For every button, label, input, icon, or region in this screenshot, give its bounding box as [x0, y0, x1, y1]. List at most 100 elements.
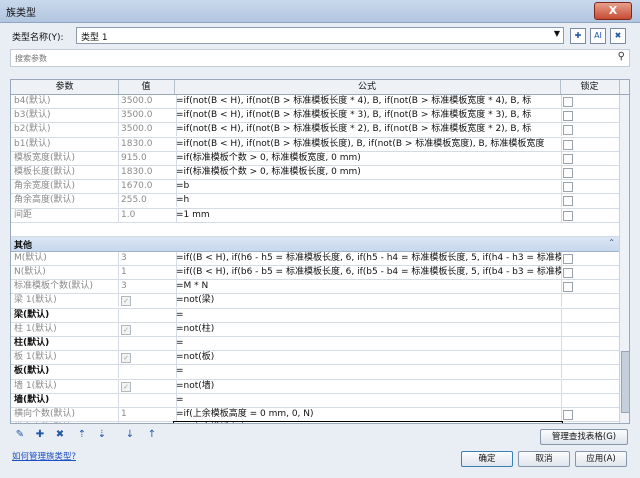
- lock-checkbox[interactable]: [563, 409, 573, 420]
- formula-cell[interactable]: =if(not(B < H), if(not(B > 标准模板长度), B, i…: [174, 137, 562, 151]
- lock-cell[interactable]: [560, 280, 620, 294]
- value-cell[interactable]: [118, 337, 177, 350]
- param-cell[interactable]: 角余高度(默认): [11, 194, 119, 208]
- formula-cell[interactable]: =if(not(B < H), if(not(B > 标准模板长度 * 3), …: [174, 109, 562, 123]
- table-row[interactable]: 模板长度(默认) 1830.0 =if(标准模板个数 > 0, 标准模板长度, 0 …: [11, 165, 620, 181]
- formula-cell[interactable]: =: [174, 393, 562, 407]
- column-header-param[interactable]: 参数: [11, 80, 119, 94]
- value-cell[interactable]: 3500.0: [118, 123, 177, 137]
- param-cell[interactable]: 梁(默认): [11, 308, 119, 322]
- lock-checkbox[interactable]: [563, 210, 573, 221]
- lock-cell[interactable]: [560, 165, 620, 179]
- formula-cell[interactable]: =if((B < H), if(h6 - h5 = 标准模板长度, 6, if(…: [174, 251, 562, 265]
- formula-cell[interactable]: =M * N: [174, 280, 562, 294]
- cancel-button[interactable]: 取消: [518, 451, 570, 467]
- value-cell[interactable]: [118, 365, 177, 379]
- lock-cell[interactable]: [560, 208, 620, 222]
- column-header-value[interactable]: 值: [118, 80, 175, 94]
- formula-cell[interactable]: =: [174, 337, 562, 350]
- formula-cell[interactable]: =b: [174, 180, 562, 194]
- table-row[interactable]: 墙(默认) =: [11, 393, 620, 408]
- table-row[interactable]: 墙 1(默认) ✓ =not(墙): [11, 379, 620, 394]
- formula-cell[interactable]: =if(标准模板个数 > 0, 标准模板宽度, 0 mm): [174, 151, 562, 165]
- sort-desc-icon[interactable]: ↑: [146, 429, 158, 441]
- table-row[interactable]: 梁(默认) =: [11, 308, 620, 323]
- value-cell[interactable]: 3500.0: [118, 95, 177, 108]
- param-cell[interactable]: 横向个数(默认): [11, 407, 119, 421]
- param-cell[interactable]: b2(默认): [11, 123, 119, 137]
- table-row[interactable]: b4(默认) 3500.0 =if(not(B < H), if(not(B > 标…: [11, 95, 620, 110]
- lock-cell[interactable]: [560, 109, 620, 123]
- value-cell[interactable]: 3500.0: [118, 109, 177, 123]
- lock-checkbox[interactable]: [563, 97, 573, 107]
- table-row[interactable]: 板(默认) =: [11, 365, 620, 380]
- close-button[interactable]: X: [594, 2, 632, 20]
- table-row[interactable]: 模板宽度(默认) 915.0 =if(标准模板个数 > 0, 标准模板宽度, 0 m…: [11, 151, 620, 166]
- table-row[interactable]: b3(默认) 3500.0 =if(not(B < H), if(not(B > 标…: [11, 109, 620, 124]
- param-cell[interactable]: 模板宽度(默认): [11, 151, 119, 165]
- value-checkbox[interactable]: ✓: [121, 381, 131, 392]
- search-box[interactable]: ⚲: [10, 49, 630, 67]
- formula-cell[interactable]: =h: [174, 194, 562, 208]
- move-down-icon[interactable]: ⇣: [96, 429, 108, 441]
- param-cell[interactable]: 板(默认): [11, 365, 119, 379]
- column-header-lock[interactable]: 锁定: [560, 80, 620, 94]
- apply-button[interactable]: 应用(A): [575, 451, 627, 467]
- lock-cell[interactable]: [560, 137, 620, 151]
- search-icon[interactable]: ⚲: [618, 51, 625, 62]
- lock-checkbox[interactable]: [563, 282, 573, 293]
- table-row[interactable]: 角余宽度(默认) 1670.0 =b: [11, 180, 620, 195]
- formula-cell[interactable]: =not(柱): [174, 322, 562, 336]
- pencil-icon[interactable]: ✎: [14, 429, 26, 441]
- table-row[interactable]: 板 1(默认) ✓ =not(板): [11, 351, 620, 366]
- new-param-icon[interactable]: ✚: [34, 429, 46, 441]
- value-cell[interactable]: ✓: [118, 322, 177, 336]
- formula-cell[interactable]: =not(梁): [174, 294, 562, 308]
- manage-family-types-link[interactable]: 如何管理族类型?: [12, 450, 76, 462]
- value-cell[interactable]: 3: [118, 280, 177, 294]
- value-cell[interactable]: 1830.0: [118, 165, 177, 179]
- param-cell[interactable]: b4(默认): [11, 95, 119, 108]
- lock-checkbox[interactable]: [563, 139, 573, 150]
- lock-cell[interactable]: [560, 266, 620, 280]
- formula-cell[interactable]: =: [174, 365, 562, 379]
- lock-cell[interactable]: [560, 407, 620, 421]
- table-row[interactable]: 角余高度(默认) 255.0 =h: [11, 194, 620, 209]
- value-cell[interactable]: ✓: [118, 294, 177, 308]
- formula-cell[interactable]: =if(not(B < H), if(not(B > 标准模板长度 * 2), …: [174, 123, 562, 137]
- value-cell[interactable]: [118, 393, 177, 407]
- formula-cell[interactable]: =if(标准模板个数 > 0, 标准模板长度, 0 mm): [174, 165, 562, 179]
- lock-checkbox[interactable]: [563, 182, 573, 193]
- value-checkbox[interactable]: ✓: [121, 353, 131, 364]
- table-row[interactable]: 标准模板个数(默认) 3 =M * N: [11, 280, 620, 295]
- delete-type-icon[interactable]: ✖: [610, 28, 626, 44]
- value-cell[interactable]: 255.0: [118, 194, 177, 208]
- lock-cell[interactable]: [560, 251, 620, 265]
- lock-checkbox[interactable]: [563, 268, 573, 279]
- table-row[interactable]: b2(默认) 3500.0 =if(not(B < H), if(not(B > 标…: [11, 123, 620, 138]
- param-cell[interactable]: 模板长度(默认): [11, 165, 119, 179]
- value-cell[interactable]: 1.0: [118, 208, 177, 222]
- value-checkbox[interactable]: ✓: [121, 324, 131, 335]
- value-cell[interactable]: 915.0: [118, 151, 177, 165]
- formula-cell[interactable]: =: [174, 308, 562, 322]
- search-input[interactable]: [13, 51, 607, 65]
- type-name-select[interactable]: 类型 1 ▼: [76, 27, 564, 44]
- value-cell[interactable]: 3: [118, 251, 177, 265]
- formula-cell[interactable]: =not(板): [174, 351, 562, 365]
- lock-checkbox[interactable]: [563, 153, 573, 164]
- table-row[interactable]: 间距 1.0 =1 mm: [11, 208, 620, 223]
- group-header[interactable]: 其他 ⌃: [11, 236, 619, 252]
- param-cell[interactable]: b1(默认): [11, 137, 119, 151]
- param-cell[interactable]: 间距: [11, 208, 119, 222]
- table-row[interactable]: 柱(默认) =: [11, 337, 620, 352]
- param-cell[interactable]: 柱(默认): [11, 337, 119, 350]
- lock-cell[interactable]: [560, 194, 620, 208]
- param-cell[interactable]: 梁 1(默认): [11, 294, 119, 308]
- lock-checkbox[interactable]: [563, 125, 573, 136]
- table-row[interactable]: b1(默认) 1830.0 =if(not(B < H), if(not(B > 标…: [11, 137, 620, 152]
- param-cell[interactable]: 墙 1(默认): [11, 379, 119, 393]
- formula-cell[interactable]: =1 mm: [174, 208, 562, 222]
- collapse-icon[interactable]: ⌃: [608, 238, 615, 247]
- vertical-scrollbar[interactable]: [619, 95, 629, 423]
